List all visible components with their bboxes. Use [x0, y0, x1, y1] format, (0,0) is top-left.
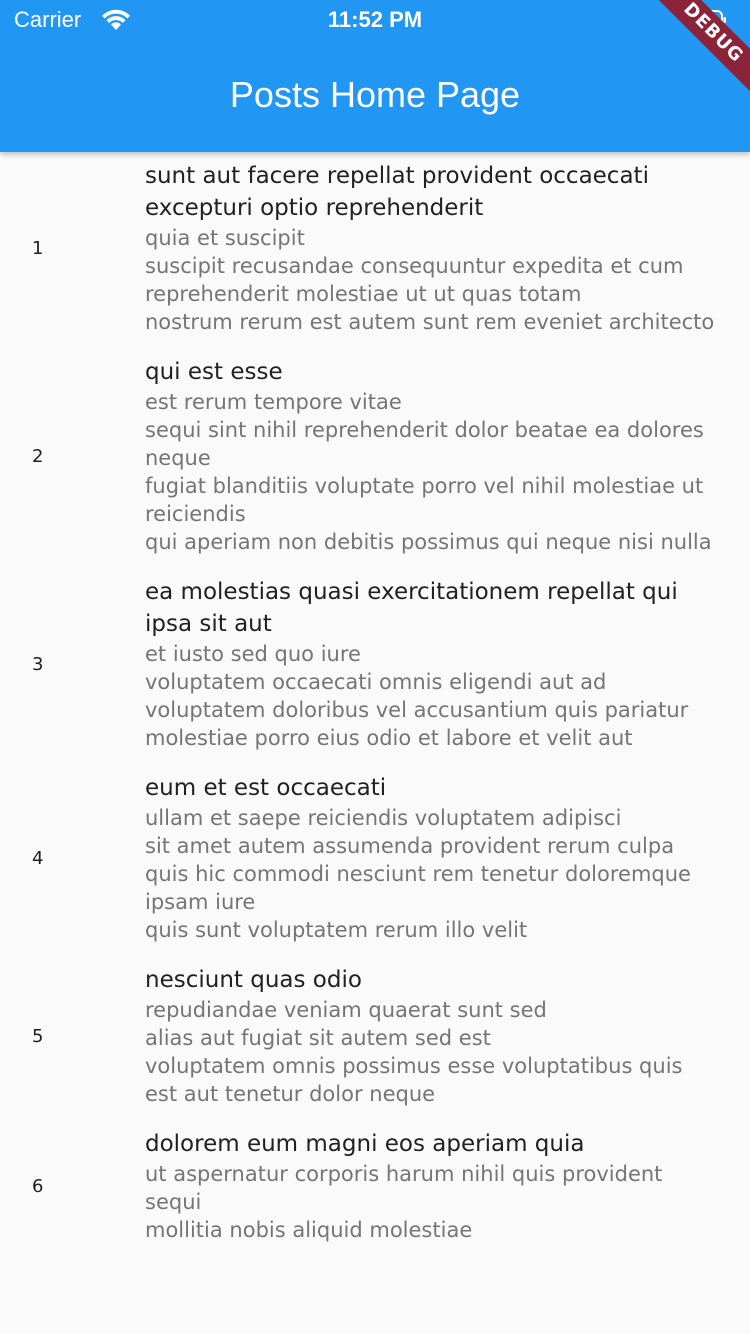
list-item[interactable]: 2 qui est esse est rerum tempore vitae s… [0, 348, 750, 568]
post-title: eum et est occaecati [145, 775, 387, 801]
post-content: eum et est occaecati ullam et saepe reic… [145, 772, 725, 944]
post-title: dolorem eum magni eos aperiam quia [145, 1131, 585, 1157]
status-time: 11:52 PM [327, 7, 423, 32]
post-body: repudiandae veniam quaerat sunt sed alia… [145, 998, 683, 1106]
post-id: 2 [32, 445, 44, 467]
post-body: et iusto sed quo iure voluptatem occaeca… [145, 642, 689, 750]
list-item[interactable]: 1 sunt aut facere repellat provident occ… [0, 152, 750, 348]
list-item[interactable]: 3 ea molestias quasi exercitationem repe… [0, 568, 750, 764]
list-item[interactable]: 6 dolorem eum magni eos aperiam quia ut … [0, 1120, 750, 1256]
post-content: ea molestias quasi exercitationem repell… [145, 576, 725, 752]
post-content: sunt aut facere repellat provident occae… [145, 160, 725, 336]
page-title: Posts Home Page [229, 74, 521, 115]
post-id: 3 [32, 653, 44, 675]
post-body: quia et suscipit suscipit recusandae con… [145, 226, 715, 334]
post-id: 6 [32, 1175, 44, 1197]
post-list[interactable]: 1 sunt aut facere repellat provident occ… [0, 152, 750, 1334]
post-id: 1 [32, 237, 44, 259]
post-body: ut aspernatur corporis harum nihil quis … [145, 1162, 663, 1242]
status-bar: Carrier 11:52 PM [0, 0, 750, 40]
post-id: 5 [32, 1025, 44, 1047]
post-title: sunt aut facere repellat provident occae… [145, 163, 649, 221]
app-screen: Carrier 11:52 PM Posts Home Page DEBUG 1… [0, 0, 750, 1334]
app-bar: Carrier 11:52 PM Posts Home Page [0, 0, 750, 152]
list-item[interactable]: 5 nesciunt quas odio repudiandae veniam … [0, 956, 750, 1120]
post-content: nesciunt quas odio repudiandae veniam qu… [145, 964, 725, 1108]
post-body: est rerum tempore vitae sequi sint nihil… [145, 390, 712, 554]
post-content: dolorem eum magni eos aperiam quia ut as… [145, 1128, 725, 1244]
post-title: ea molestias quasi exercitationem repell… [145, 579, 678, 637]
post-id: 4 [32, 847, 44, 869]
post-title: qui est esse [145, 359, 283, 385]
post-title: nesciunt quas odio [145, 967, 362, 993]
list-item[interactable]: 4 eum et est occaecati ullam et saepe re… [0, 764, 750, 956]
post-content: qui est esse est rerum tempore vitae seq… [145, 356, 725, 556]
post-body: ullam et saepe reiciendis voluptatem adi… [145, 806, 691, 942]
